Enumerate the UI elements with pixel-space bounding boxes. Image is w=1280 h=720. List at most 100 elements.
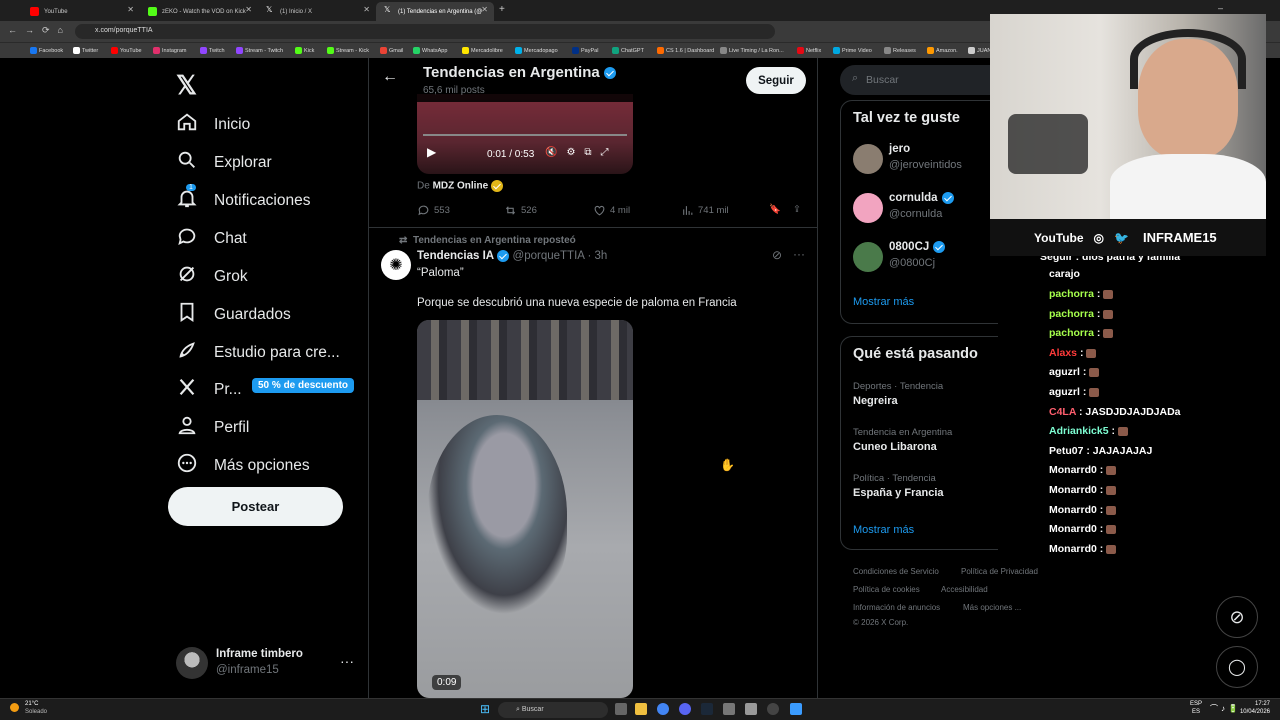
bookmark-item[interactable]: YouTube (111, 47, 142, 54)
suggestion-name[interactable]: jero (889, 143, 910, 155)
avatar[interactable] (853, 193, 883, 223)
chat-username: Adriankick5 (1049, 425, 1109, 437)
footer-link[interactable]: Condiciones de Servicio (853, 567, 939, 576)
steam-icon[interactable] (701, 703, 713, 715)
sidebar-item-2[interactable]: 1 Notificaciones (176, 184, 311, 214)
close-icon[interactable]: ✕ (127, 5, 134, 14)
show-more-link[interactable]: Mostrar más (853, 296, 914, 308)
account-more-icon[interactable]: ··· (340, 653, 354, 669)
sidebar-item-7[interactable]: Pr... (176, 376, 242, 403)
avatar[interactable] (176, 647, 208, 679)
sidebar-item-4[interactable]: Grok (176, 263, 248, 290)
close-icon[interactable]: ✕ (481, 5, 488, 14)
avatar[interactable] (853, 242, 883, 272)
suggestion-name[interactable]: cornulda (889, 192, 954, 204)
sidebar-item-9[interactable]: Más opciones (176, 452, 310, 479)
bookmark-item[interactable]: Gmail (380, 47, 403, 54)
bookmark-item[interactable]: Kick (295, 47, 314, 54)
tab-x-trends[interactable]: 𝕏 (1) Tendencias en Argentina (@ ✕ (376, 2, 494, 21)
discord-icon[interactable] (679, 703, 691, 715)
sidebar-item-1[interactable]: Explorar (176, 149, 272, 176)
suggestion-name[interactable]: 0800CJ (889, 241, 946, 253)
grok-icon[interactable]: ⊘ (772, 248, 782, 262)
app-icon[interactable] (790, 703, 802, 715)
obs-icon[interactable] (767, 703, 779, 715)
app-icon[interactable] (723, 703, 735, 715)
close-icon[interactable]: ✕ (245, 5, 252, 14)
follow-button[interactable]: Seguir (746, 67, 806, 94)
footer-link[interactable]: Política de Privacidad (961, 567, 1038, 576)
sidebar-item-3[interactable]: Chat (176, 225, 247, 252)
play-icon[interactable]: ▶ (427, 145, 436, 159)
more-icon[interactable]: ··· (793, 247, 805, 261)
share-icon[interactable]: ⇪ (793, 204, 801, 215)
video-controls[interactable]: 🔇⚙⧉⤢ (545, 147, 618, 158)
bookmark-item[interactable]: PayPal (572, 47, 598, 54)
bookmark-icon[interactable]: 🔖 (769, 204, 781, 215)
footer-link[interactable]: Información de anuncios (853, 603, 940, 612)
video-player[interactable]: ▶ 0:01 / 0:53 🔇⚙⧉⤢ (417, 94, 633, 174)
footer-link[interactable]: Política de cookies (853, 585, 920, 594)
nav-buttons[interactable]: ←→⟳⌂ (8, 25, 71, 36)
video-progress[interactable] (423, 134, 627, 136)
explorer-icon[interactable] (635, 703, 647, 715)
trend-item[interactable]: Tendencia en Argentina Cuneo Libarona (853, 427, 952, 453)
chrome-icon[interactable] (657, 703, 669, 715)
avatar[interactable] (853, 144, 883, 174)
trend-item[interactable]: Deportes · Tendencia Negreira (853, 381, 943, 407)
page-title: Tendencias en Argentina (423, 64, 616, 81)
bookmark-favicon-icon (295, 47, 302, 54)
bookmark-item[interactable]: JUAN (968, 47, 991, 54)
lang-indicator[interactable]: ESP (1190, 701, 1202, 707)
tab-x-home[interactable]: 𝕏 (1) Inicio / X ✕ (258, 2, 376, 21)
bookmark-item[interactable]: Instagram (153, 47, 186, 54)
taskview-icon[interactable] (615, 703, 627, 715)
avatar[interactable]: ✺ (381, 250, 411, 280)
x-premium-icon (176, 376, 198, 403)
bookmark-item[interactable]: Stream - Kick (327, 47, 369, 54)
trend-item[interactable]: Política · Tendencia España y Francia (853, 473, 944, 499)
bookmark-item[interactable]: Twitter (73, 47, 98, 54)
windows-start-icon[interactable]: ⊞ (480, 702, 490, 716)
footer-link[interactable]: Más opciones ... (963, 603, 1021, 612)
grok-float-button[interactable]: ⊘ (1216, 596, 1258, 638)
bookmark-item[interactable]: Stream - Twitch (236, 47, 283, 54)
search-input[interactable]: ⌕ Buscar (840, 65, 1000, 95)
repost-button[interactable]: 526 (504, 204, 537, 217)
url-input[interactable]: x.com/porqueTTIA (75, 24, 775, 39)
x-logo-icon[interactable]: 𝕏 (176, 70, 197, 101)
footer-link[interactable]: Accesibilidad (941, 585, 988, 594)
sidebar-item-6[interactable]: Estudio para cre... (176, 339, 340, 366)
taskbar-search[interactable]: ⌕ Buscar (498, 702, 608, 718)
bookmark-item[interactable]: Mercadolibre (462, 47, 503, 54)
tab-youtube[interactable]: YouTube ✕ (22, 2, 140, 21)
bookmark-item[interactable]: Mercadopago (515, 47, 558, 54)
bookmark-item[interactable]: ChatGPT (612, 47, 644, 54)
tweet-video[interactable]: 0:09 (417, 320, 633, 698)
bookmark-item[interactable]: Prime Video (833, 47, 872, 54)
bookmark-item[interactable]: Facebook (30, 47, 63, 54)
messages-float-button[interactable]: ◯ (1216, 646, 1258, 688)
like-button[interactable]: 4 mil (593, 204, 630, 217)
bookmark-item[interactable]: Twitch (200, 47, 225, 54)
suggestion-handle: @cornulda (889, 208, 943, 220)
views-button[interactable]: 741 mil (681, 204, 729, 217)
reply-button[interactable]: 553 (417, 204, 450, 217)
bookmark-item[interactable]: CS 1.6 | Dashboard (657, 47, 714, 54)
new-tab-button[interactable]: + (499, 4, 505, 15)
show-more-trends-link[interactable]: Mostrar más (853, 524, 914, 536)
bookmark-item[interactable]: Amazon. (927, 47, 958, 54)
bookmark-item[interactable]: Releases (884, 47, 916, 54)
back-arrow-icon[interactable]: ← (382, 68, 398, 86)
app-icon[interactable] (745, 703, 757, 715)
close-icon[interactable]: ✕ (363, 5, 370, 14)
sidebar-item-0[interactable]: Inicio (176, 111, 250, 138)
post-button[interactable]: Postear (168, 487, 343, 526)
bookmark-item[interactable]: WhatsApp (413, 47, 447, 54)
tab-kick[interactable]: zEKO - Watch the VOD on Kick ✕ (140, 2, 258, 21)
chat-icon (176, 225, 198, 252)
bookmark-item[interactable]: Netflix (797, 47, 821, 54)
sidebar-item-8[interactable]: Perfil (176, 414, 249, 441)
sidebar-item-5[interactable]: Guardados (176, 301, 291, 328)
bookmark-item[interactable]: Live Timing / La Ron... (720, 47, 784, 54)
